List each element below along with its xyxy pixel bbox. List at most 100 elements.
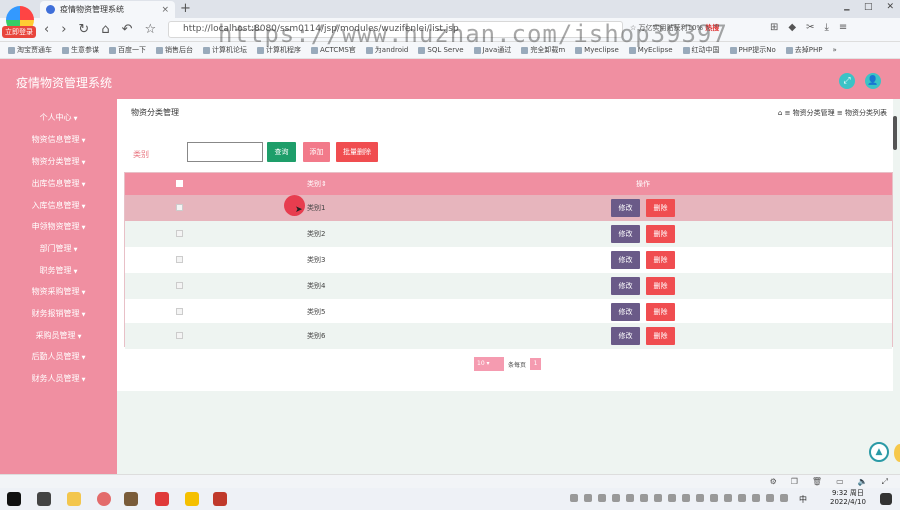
bookmark-item[interactable]: 红动中国 xyxy=(682,45,720,55)
trash-icon[interactable]: 🗑 xyxy=(812,477,822,487)
bookmark-item[interactable]: 完全卸载m xyxy=(521,45,565,55)
delete-button[interactable]: 删除 xyxy=(646,251,675,269)
table-row[interactable]: 类别5 修改 删除 xyxy=(125,299,892,325)
edit-button[interactable]: 修改 xyxy=(611,303,640,321)
chat-app-icon[interactable] xyxy=(185,492,199,506)
delete-button[interactable]: 删除 xyxy=(646,303,675,321)
table-row[interactable]: 类别2 修改 删除 xyxy=(125,221,892,247)
page-number-button[interactable]: 1 xyxy=(530,358,541,370)
bookmark-item[interactable]: SQL Serve xyxy=(418,46,464,54)
sidebar-item-logistics-staff[interactable]: 后勤人员管理 ▼ xyxy=(0,351,117,362)
tray-icon[interactable] xyxy=(584,494,592,502)
sidebar-item-personal-center[interactable]: 个人中心 ▼ xyxy=(0,112,117,123)
forward-icon[interactable]: › xyxy=(61,22,66,37)
bookmark-item[interactable]: ACTCMS官 xyxy=(311,45,356,55)
notification-icon[interactable] xyxy=(880,493,892,505)
zoom-icon[interactable]: ⤢ xyxy=(882,477,888,487)
new-tab-button[interactable]: + xyxy=(180,1,191,16)
user-icon[interactable]: 👤 xyxy=(865,73,881,89)
sidebar-item-inbound[interactable]: 入库信息管理 ▼ xyxy=(0,200,117,211)
bookmark-item[interactable]: 去掉PHP xyxy=(785,45,822,55)
tray-icon[interactable] xyxy=(766,494,774,502)
url-promo[interactable]: ☆ 万亿实用贴获利10% 热搜 xyxy=(630,23,719,33)
bookmark-item[interactable]: 为android xyxy=(365,45,408,55)
delete-button[interactable]: 删除 xyxy=(646,199,675,217)
sidebar-item-claims[interactable]: 申领物资管理 ▼ xyxy=(0,221,117,232)
bookmarks-more-icon[interactable]: » xyxy=(832,46,836,54)
tray-icon[interactable] xyxy=(780,494,788,502)
tray-icon[interactable] xyxy=(654,494,662,502)
delete-button[interactable]: 删除 xyxy=(646,277,675,295)
sidebar-item-procurement[interactable]: 物资采购管理 ▼ xyxy=(0,286,117,297)
row-checkbox[interactable] xyxy=(176,204,183,211)
bookmark-item[interactable]: 计算机论坛 xyxy=(203,45,247,55)
wps-icon[interactable] xyxy=(155,492,169,506)
tray-icon[interactable] xyxy=(738,494,746,502)
row-checkbox[interactable] xyxy=(176,282,183,289)
extension-icon[interactable]: ◆ xyxy=(788,22,796,33)
tray-icon[interactable] xyxy=(612,494,620,502)
batch-delete-button[interactable]: 批量删除 xyxy=(336,142,378,162)
expand-icon[interactable]: ⤢ xyxy=(839,73,855,89)
sidebar-item-outbound[interactable]: 出库信息管理 ▼ xyxy=(0,178,117,189)
sidebar-item-material-info[interactable]: 物资信息管理 ▼ xyxy=(0,134,117,145)
query-button[interactable]: 查询 xyxy=(267,142,296,162)
page-size-select[interactable]: 10 ▾ xyxy=(474,357,504,371)
table-row[interactable]: 类别4 修改 删除 xyxy=(125,273,892,299)
bookmark-item[interactable]: 销售后台 xyxy=(156,45,193,55)
bookmark-item[interactable]: PHP提示No xyxy=(729,45,776,55)
sidebar-item-finance-staff[interactable]: 财务人员管理 ▼ xyxy=(0,373,117,384)
back-icon[interactable]: ‹ xyxy=(44,22,49,37)
bookmark-item[interactable]: 生意参谋 xyxy=(62,45,99,55)
bookmark-item[interactable]: MyEclipse xyxy=(628,46,673,54)
tray-icon[interactable] xyxy=(626,494,634,502)
sidebar-item-positions[interactable]: 职务管理 ▼ xyxy=(0,265,117,276)
tray-icon[interactable] xyxy=(752,494,760,502)
app-taskbar-icon[interactable] xyxy=(124,492,138,506)
table-row[interactable]: 类别1 修改 删除 xyxy=(125,195,892,221)
bookmark-item[interactable]: Myeclipse xyxy=(575,46,619,54)
edit-button[interactable]: 修改 xyxy=(611,277,640,295)
bookmark-item[interactable]: Java通过 xyxy=(473,45,511,55)
taskview-icon[interactable] xyxy=(37,492,51,506)
table-row[interactable]: 类别3 修改 删除 xyxy=(125,247,892,273)
tray-icon[interactable] xyxy=(668,494,676,502)
edit-button[interactable]: 修改 xyxy=(611,199,640,217)
scrollbar[interactable] xyxy=(893,116,897,150)
apps-icon[interactable]: ⊞ xyxy=(770,22,778,33)
favorite-icon[interactable]: ☆ xyxy=(144,22,156,37)
editor-icon[interactable] xyxy=(213,492,227,506)
speaker-icon[interactable]: 🔈 xyxy=(858,477,868,487)
ime-indicator[interactable]: 中 xyxy=(799,494,807,505)
sidebar-item-material-category[interactable]: 物资分类管理 ▼ xyxy=(0,156,117,167)
undo-icon[interactable]: ↶ xyxy=(122,22,133,37)
hot-search-label[interactable]: 热搜 xyxy=(705,24,719,32)
row-checkbox[interactable] xyxy=(176,332,183,339)
column-header-category[interactable]: 类别⇕ xyxy=(307,179,327,189)
browser-tab-active[interactable]: 疫情物资管理系统 × xyxy=(40,1,175,18)
file-explorer-icon[interactable] xyxy=(67,492,81,506)
edit-button[interactable]: 修改 xyxy=(611,225,640,243)
system-clock[interactable]: 9:32 周日 2022/4/10 xyxy=(830,489,866,507)
reload-icon[interactable]: ↻ xyxy=(78,22,89,37)
sidebar-item-purchasers[interactable]: 采购员管理 ▼ xyxy=(0,330,117,341)
browser-taskbar-icon[interactable] xyxy=(97,492,111,506)
settings-icon[interactable]: ⚙ xyxy=(770,477,777,487)
scroll-top-icon[interactable]: ▲ xyxy=(869,442,889,462)
bookmark-item[interactable]: 百度一下 xyxy=(109,45,146,55)
minimize-icon[interactable]: 🗕 xyxy=(844,2,850,18)
sidebar-item-departments[interactable]: 部门管理 ▼ xyxy=(0,243,117,254)
close-window-icon[interactable]: ✕ xyxy=(886,2,894,18)
copy-icon[interactable]: ❐ xyxy=(791,477,798,487)
select-all-checkbox[interactable] xyxy=(176,180,183,187)
bookmark-item[interactable]: 淘宝贾通车 xyxy=(8,45,52,55)
tab-close-icon[interactable]: × xyxy=(161,5,169,15)
tray-icon[interactable] xyxy=(598,494,606,502)
screenshot-icon[interactable]: ✂ xyxy=(806,22,814,33)
maximize-icon[interactable]: □ xyxy=(864,2,873,18)
tray-icon[interactable] xyxy=(724,494,732,502)
start-icon[interactable] xyxy=(7,492,21,506)
tray-icon[interactable] xyxy=(696,494,704,502)
login-button[interactable]: 立即登录 xyxy=(2,26,36,38)
row-checkbox[interactable] xyxy=(176,256,183,263)
